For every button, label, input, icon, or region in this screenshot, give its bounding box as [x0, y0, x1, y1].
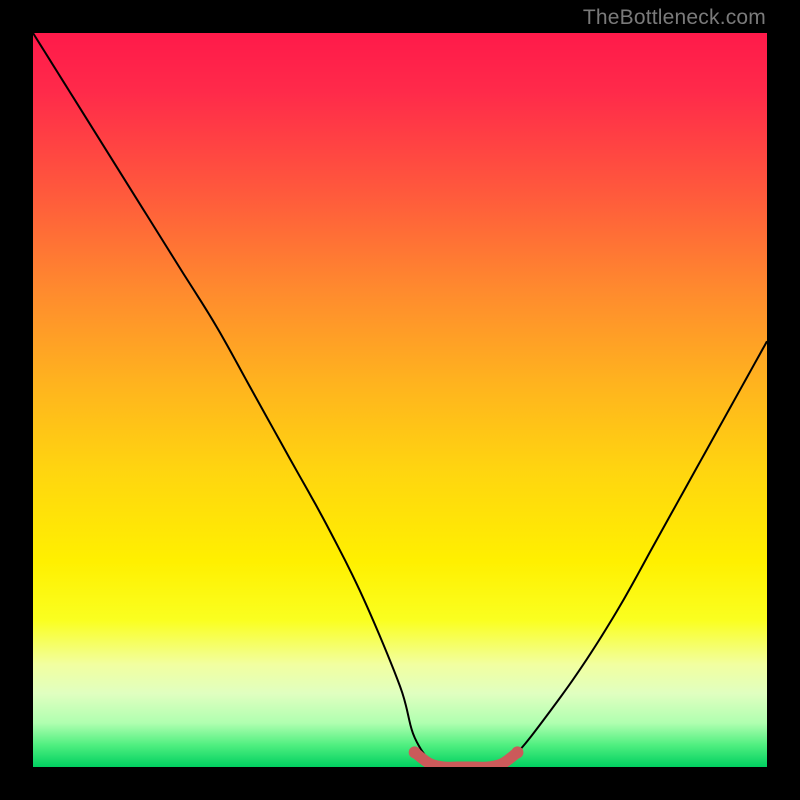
plot-area — [33, 33, 767, 767]
floor-endpoint-left — [409, 746, 421, 758]
chart-container: TheBottleneck.com — [0, 0, 800, 800]
chart-svg — [33, 33, 767, 767]
curve-floor — [415, 752, 518, 767]
floor-endpoint-right — [511, 746, 523, 758]
watermark-text: TheBottleneck.com — [583, 6, 766, 30]
curve-main — [33, 33, 767, 767]
